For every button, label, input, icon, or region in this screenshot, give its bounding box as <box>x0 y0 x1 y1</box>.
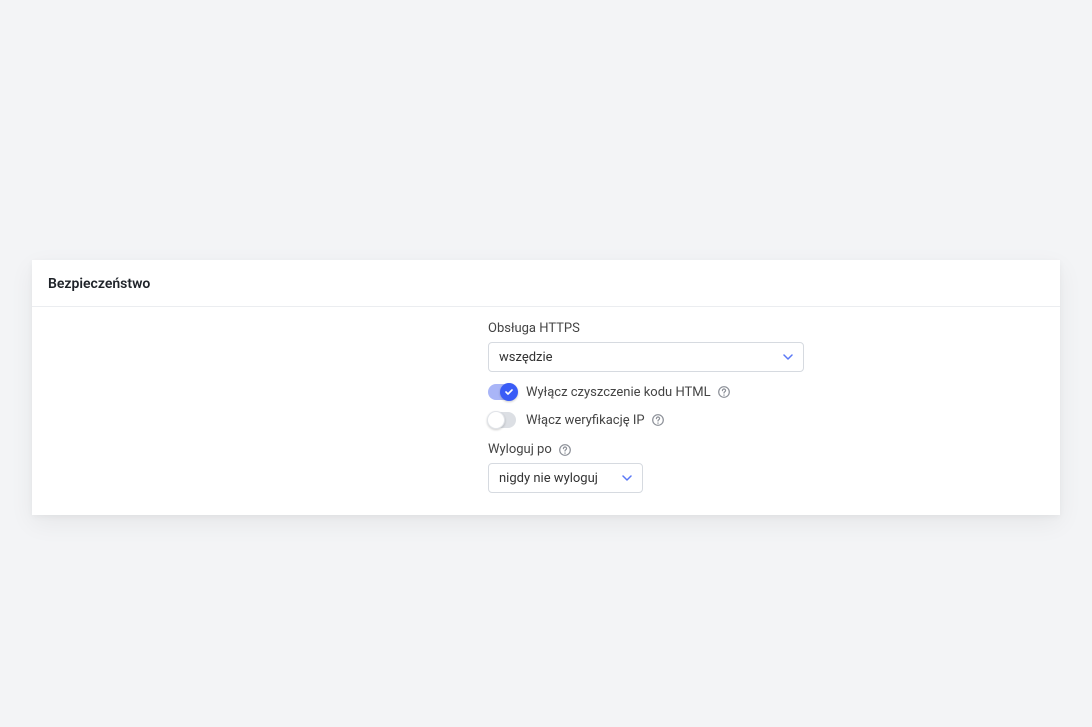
toggle-knob <box>500 383 518 401</box>
toggle-knob <box>487 411 505 429</box>
logout-select[interactable]: nigdy nie wyloguj <box>488 463 643 493</box>
https-field: Obsługa HTTPS wszędzie <box>488 321 1044 372</box>
https-select[interactable]: wszędzie <box>488 342 804 372</box>
disable-html-clean-row: Wyłącz czyszczenie kodu HTML <box>488 384 1044 400</box>
chevron-down-icon <box>783 352 793 362</box>
help-icon[interactable] <box>717 385 731 399</box>
security-panel-header: Bezpieczeństwo <box>32 260 1060 307</box>
logout-label-row: Wyloguj po <box>488 442 1044 457</box>
enable-ip-verify-label: Włącz weryfikację IP <box>526 413 645 428</box>
security-form: Obsługa HTTPS wszędzie Wyłącz czyszczeni… <box>488 321 1044 493</box>
enable-ip-verify-toggle[interactable] <box>488 412 516 428</box>
help-icon[interactable] <box>651 413 665 427</box>
enable-ip-verify-row: Włącz weryfikację IP <box>488 412 1044 428</box>
chevron-down-icon <box>622 473 632 483</box>
security-panel-title: Bezpieczeństwo <box>48 276 1044 292</box>
logout-select-value: nigdy nie wyloguj <box>499 471 598 486</box>
disable-html-clean-toggle[interactable] <box>488 384 516 400</box>
left-spacer <box>48 321 488 493</box>
https-select-value: wszędzie <box>499 350 553 365</box>
security-panel: Bezpieczeństwo Obsługa HTTPS wszędzie <box>32 260 1060 515</box>
disable-html-clean-label: Wyłącz czyszczenie kodu HTML <box>526 385 711 400</box>
help-icon[interactable] <box>558 443 572 457</box>
logout-label: Wyloguj po <box>488 442 552 457</box>
security-panel-body: Obsługa HTTPS wszędzie Wyłącz czyszczeni… <box>32 307 1060 515</box>
https-label: Obsługa HTTPS <box>488 321 1044 336</box>
